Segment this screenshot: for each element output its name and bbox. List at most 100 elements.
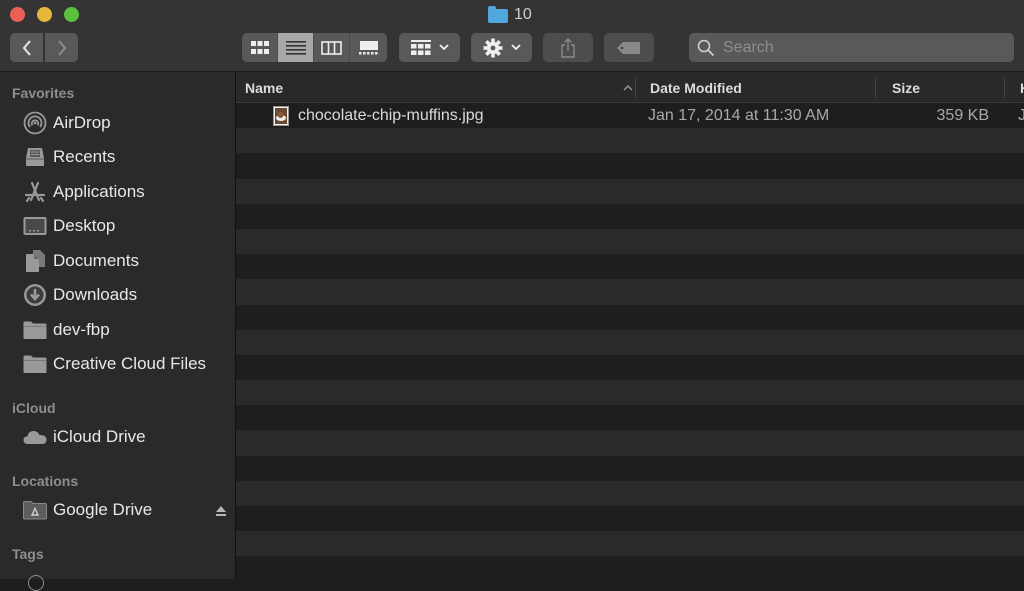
sidebar-section-tags: Tags	[12, 546, 44, 562]
minimize-window-button[interactable]	[37, 7, 52, 22]
column-divider[interactable]	[875, 77, 876, 98]
airdrop-icon	[22, 111, 47, 135]
sidebar-item-label: AirDrop	[53, 113, 111, 132]
column-header-date-label: Date Modified	[650, 79, 742, 96]
group-by-button[interactable]	[399, 33, 460, 62]
search-field[interactable]	[689, 33, 1014, 62]
sidebar-item-applications[interactable]: Applications	[22, 179, 227, 205]
empty-row	[236, 254, 1024, 280]
chevron-down-icon	[510, 44, 521, 51]
empty-row	[236, 153, 1024, 179]
sidebar-item-dev-fbp[interactable]: dev-fbp	[22, 317, 227, 343]
column-header-kind[interactable]: K	[1020, 72, 1024, 103]
share-button[interactable]	[543, 33, 593, 62]
sidebar: Favorites AirDrop Recents Applications D…	[0, 72, 236, 591]
column-header-name[interactable]: Name	[245, 72, 635, 103]
chevron-down-icon	[438, 44, 449, 51]
column-divider[interactable]	[635, 77, 636, 98]
column-divider[interactable]	[1004, 77, 1005, 98]
action-button[interactable]	[471, 33, 532, 62]
empty-row	[236, 178, 1024, 204]
empty-row	[236, 279, 1024, 305]
empty-row	[236, 455, 1024, 481]
file-list: Name Date Modified Size K chocolate-	[236, 72, 1024, 582]
image-file-icon	[273, 105, 289, 126]
sidebar-item-google-drive[interactable]: Google Drive	[22, 497, 227, 523]
tag-icon	[617, 41, 640, 54]
column-view-icon	[321, 40, 342, 55]
empty-row	[236, 506, 1024, 532]
forward-button[interactable]	[45, 33, 78, 62]
search-input[interactable]	[721, 37, 1005, 58]
applications-icon	[22, 180, 47, 204]
cloud-icon	[22, 425, 47, 449]
sidebar-item-desktop[interactable]: Desktop	[22, 213, 227, 239]
empty-row	[236, 228, 1024, 255]
empty-row	[236, 405, 1024, 431]
sidebar-item-label: Documents	[53, 251, 139, 270]
sidebar-item-label: Creative Cloud Files	[53, 354, 207, 373]
file-date-modified: Jan 17, 2014 at 11:30 AM	[648, 106, 830, 124]
sidebar-item-documents[interactable]: Documents	[22, 248, 227, 274]
sidebar-item-label: dev-fbp	[53, 320, 110, 339]
column-header-kind-label: K	[1020, 80, 1024, 96]
sidebar-item-downloads[interactable]: Downloads	[22, 282, 227, 308]
empty-row	[236, 380, 1024, 406]
empty-row	[236, 203, 1024, 229]
documents-icon	[22, 249, 47, 273]
gallery-view-button[interactable]	[350, 33, 387, 62]
zoom-window-button[interactable]	[64, 7, 79, 22]
sidebar-item-recents[interactable]: Recents	[22, 144, 227, 170]
sidebar-item-airdrop[interactable]: AirDrop	[22, 110, 227, 136]
empty-row	[236, 480, 1024, 506]
window-title: 10	[488, 4, 532, 26]
column-header-size-label: Size	[892, 79, 921, 96]
list-view-icon	[285, 40, 306, 55]
column-header-bar: Name Date Modified Size K	[236, 72, 1024, 103]
folder-icon	[22, 318, 47, 342]
tag-button[interactable]	[604, 33, 654, 62]
gear-icon	[483, 38, 502, 57]
downloads-icon	[22, 283, 47, 307]
column-header-name-label: Name	[245, 79, 284, 96]
sort-ascending-icon	[623, 84, 633, 91]
file-rows: chocolate-chip-muffins.jpg Jan 17, 2014 …	[236, 103, 1024, 582]
file-size: 359 KB	[936, 106, 989, 124]
column-view-button[interactable]	[314, 33, 350, 62]
group-icon	[410, 39, 431, 55]
search-icon	[697, 39, 715, 56]
file-row[interactable]: chocolate-chip-muffins.jpg Jan 17, 2014 …	[236, 103, 1024, 129]
sidebar-item-label: Recents	[53, 147, 116, 166]
eject-icon[interactable]	[215, 502, 227, 522]
list-view-button[interactable]	[278, 33, 314, 62]
icon-view-button[interactable]	[242, 33, 278, 62]
file-kind: J	[1018, 106, 1024, 124]
sidebar-item-label: Applications	[53, 182, 145, 201]
empty-row	[236, 430, 1024, 456]
sidebar-item-icloud-drive[interactable]: iCloud Drive	[22, 424, 227, 450]
sidebar-item-label: Desktop	[53, 216, 116, 235]
file-name: chocolate-chip-muffins.jpg	[298, 106, 484, 124]
column-header-size[interactable]: Size	[892, 72, 1004, 103]
icon-view-icon	[250, 40, 269, 54]
desktop-icon	[22, 214, 47, 238]
chevron-right-icon	[57, 39, 66, 56]
empty-row	[236, 354, 1024, 381]
window-title-text: 10	[514, 6, 532, 23]
share-icon	[561, 37, 575, 58]
sidebar-item-creative-cloud-files[interactable]: Creative Cloud Files	[22, 351, 227, 377]
tag-color-icon[interactable]	[28, 575, 44, 591]
back-button[interactable]	[10, 33, 43, 62]
close-window-button[interactable]	[10, 7, 25, 22]
recents-icon	[22, 145, 47, 169]
empty-row	[236, 304, 1024, 330]
sidebar-section-icloud: iCloud	[12, 400, 56, 416]
sidebar-item-label: Google Drive	[53, 500, 153, 519]
empty-row	[236, 128, 1024, 154]
folder-icon	[22, 352, 47, 376]
column-header-date-modified[interactable]: Date Modified	[650, 72, 875, 103]
view-mode-control	[242, 33, 387, 62]
sidebar-item-label: Downloads	[53, 285, 138, 304]
gallery-view-icon	[358, 40, 378, 54]
empty-row	[236, 531, 1024, 557]
